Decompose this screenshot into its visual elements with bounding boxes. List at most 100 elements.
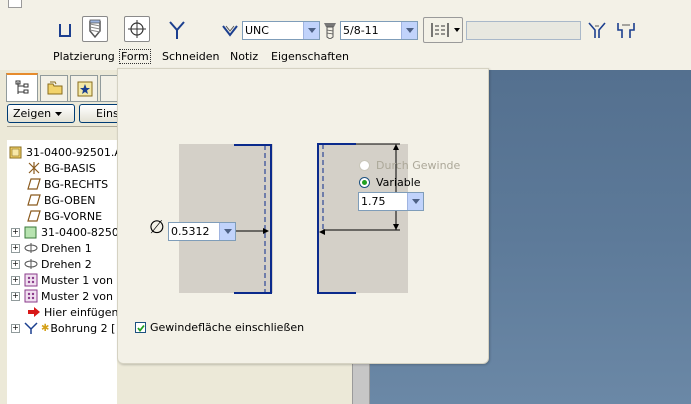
hole-straight-button[interactable] [52, 17, 78, 43]
tree-item-pattern-1[interactable]: + Muster 1 von [11, 272, 113, 288]
diameter-value: 0.5312 [171, 225, 210, 238]
countersink-button[interactable] [585, 18, 609, 42]
tab-placement[interactable]: Platzierung [53, 50, 115, 63]
folder-icon [47, 81, 63, 95]
show-menu-button[interactable]: Zeigen [7, 104, 75, 123]
ribbon-edge [8, 0, 22, 8]
thread-size-select[interactable]: 5/8-11 [340, 21, 418, 40]
thread-type-icon-button[interactable] [218, 19, 242, 43]
placement-target-button[interactable] [124, 16, 150, 42]
include-thread-surface-label: Gewindefläche einschließen [150, 321, 305, 334]
new-feature-star-icon: ✱ [41, 322, 50, 334]
tree-item-label: Bohrung 2 [ [50, 321, 116, 335]
tree-item-revolve-2[interactable]: + Drehen 2 [11, 256, 92, 272]
tab-layers[interactable] [100, 75, 117, 101]
variable-depth-value: 1.75 [361, 195, 386, 208]
expand-icon[interactable]: + [11, 323, 20, 333]
tree-item-label: BG-BASIS [44, 161, 96, 175]
tab-note[interactable]: Notiz [230, 50, 258, 63]
drill-point-icon [169, 21, 185, 39]
settings-button[interactable]: Eins [79, 104, 119, 123]
coordinate-system-icon [27, 161, 41, 175]
revolve-icon [24, 257, 38, 271]
thread-depth-icon [431, 23, 449, 37]
expand-icon[interactable]: + [11, 243, 20, 253]
tree-item-datum-right[interactable]: BG-RECHTS [27, 176, 108, 192]
tree-item-hole-2[interactable]: + ✱ Bohrung 2 [ [11, 320, 115, 336]
tree-item-label: 31-0400-8250 [41, 225, 119, 239]
part-icon [24, 225, 38, 239]
variable-radio[interactable] [359, 177, 370, 188]
tab-cut[interactable]: Schneiden [162, 50, 220, 63]
thread-depth-dropdown-button[interactable] [423, 17, 463, 43]
toolbar-divider [7, 126, 117, 127]
counterbore-button[interactable] [614, 18, 638, 42]
tree-item-datum-top[interactable]: BG-OBEN [27, 192, 96, 208]
tree-item-label: BG-VORNE [44, 209, 103, 223]
chevron-down-icon [401, 22, 417, 39]
include-thread-surface-option[interactable]: Gewindefläche einschließen [135, 321, 304, 334]
assembly-icon [9, 145, 23, 159]
insert-arrow-icon [27, 305, 41, 319]
through-thread-option[interactable]: Durch Gewinde [359, 159, 460, 172]
screw-icon [322, 21, 340, 40]
include-thread-surface-checkbox[interactable] [135, 322, 146, 333]
tree-item-label: Drehen 2 [41, 257, 92, 271]
checkmark-icon [137, 324, 145, 332]
chevron-down-icon [219, 223, 235, 240]
tab-form[interactable]: Form [119, 49, 151, 64]
thread-standard-select[interactable]: UNC [242, 21, 320, 40]
tree-item-insert-here[interactable]: Hier einfügen [27, 304, 118, 320]
settings-button-label: Eins [96, 107, 119, 120]
tree-item-label: Muster 2 von [41, 289, 113, 303]
straight-hole-icon [59, 24, 71, 37]
expand-icon[interactable]: + [11, 275, 20, 285]
chevron-down-icon [55, 111, 63, 116]
tree-item-label: BG-OBEN [44, 193, 96, 207]
thread-type-icon [222, 25, 238, 37]
tree-item-datum-front[interactable]: BG-VORNE [27, 208, 102, 224]
through-thread-radio[interactable] [359, 160, 370, 171]
tree-item-assembly[interactable]: 31-0400-92501.AS [9, 144, 129, 160]
form-options-panel: ∅ 0.5312 Durch Gewinde Variable 1.75 Gew… [117, 68, 489, 364]
tab-folder-browser[interactable] [40, 75, 68, 101]
chevron-down-icon [303, 22, 319, 39]
countersink-icon [588, 22, 606, 38]
datum-plane-icon [27, 177, 41, 191]
diameter-symbol: ∅ [149, 217, 165, 238]
variable-label: Variable [376, 176, 421, 189]
tab-favorites[interactable] [70, 75, 98, 101]
thread-standard-value: UNC [245, 24, 269, 37]
drill-point-button[interactable] [164, 17, 190, 43]
tree-item-revolve-1[interactable]: + Drehen 1 [11, 240, 92, 256]
variable-option[interactable]: Variable [359, 176, 421, 189]
counterbore-icon [617, 23, 635, 38]
depth-value-input[interactable] [466, 21, 581, 40]
expand-icon[interactable]: + [11, 227, 20, 237]
favorites-icon [77, 81, 93, 97]
diameter-input[interactable]: 0.5312 [168, 222, 236, 241]
chevron-down-icon [454, 28, 460, 32]
hole-feature-icon [24, 321, 38, 335]
revolve-icon [24, 241, 38, 255]
tree-item-label: BG-RECHTS [44, 177, 109, 191]
datum-plane-icon [27, 193, 41, 207]
chevron-down-icon [407, 193, 423, 210]
expand-icon[interactable]: + [11, 259, 20, 269]
show-button-label: Zeigen [13, 107, 52, 120]
threaded-hole-icon [89, 19, 101, 39]
tab-properties[interactable]: Eigenschaften [271, 50, 349, 63]
thread-size-value: 5/8-11 [343, 24, 379, 37]
expand-icon[interactable]: + [11, 291, 20, 301]
tree-item-pattern-2[interactable]: + Muster 2 von [11, 288, 113, 304]
variable-depth-input[interactable]: 1.75 [358, 192, 424, 211]
pattern-icon [24, 273, 38, 287]
tab-model-tree[interactable] [6, 73, 38, 101]
pattern-icon [24, 289, 38, 303]
tree-item-datum-basis[interactable]: BG-BASIS [27, 160, 96, 176]
hole-threaded-button[interactable] [82, 16, 108, 42]
tree-item-label: Hier einfügen [44, 305, 119, 319]
tree-item-part[interactable]: + 31-0400-8250 [11, 224, 119, 240]
diameter-arrow [236, 228, 269, 234]
datum-plane-icon [27, 209, 41, 223]
